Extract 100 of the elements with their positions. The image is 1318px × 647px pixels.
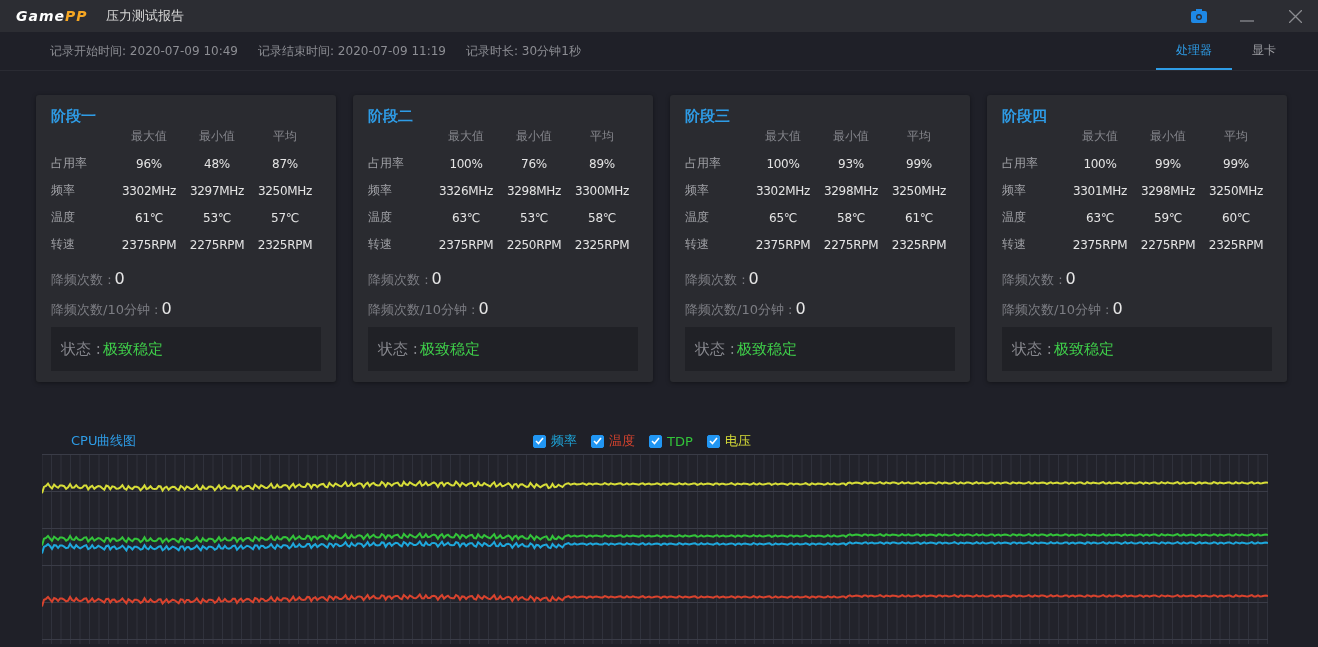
stat-value: 99%: [1222, 156, 1250, 171]
record-info: 记录结束时间: 2020-07-09 11:19: [258, 42, 446, 60]
row-label: 转速: [368, 236, 393, 253]
stage-title: 阶段二: [368, 107, 414, 126]
stat-value: 89%: [588, 156, 616, 171]
row-label: 温度: [1002, 209, 1027, 226]
stage-title: 阶段一: [51, 107, 97, 126]
stat-value: 58℃: [587, 210, 617, 225]
throttle-value: 0: [748, 269, 759, 288]
column-header: 最小值: [198, 128, 236, 145]
throttle-label: 降频次数/10分钟 :: [1002, 301, 1110, 319]
throttle-label: 降频次数 :: [51, 271, 112, 289]
stat-value: 61℃: [134, 210, 164, 225]
throttle-value: 0: [1112, 299, 1123, 318]
checkmark-icon: [651, 437, 660, 445]
stat-value: 93%: [837, 156, 865, 171]
stat-value: 2275RPM: [1139, 237, 1197, 252]
column-header: 最小值: [832, 128, 870, 145]
throttle-label: 降频次数 :: [368, 271, 429, 289]
row-label: 占用率: [368, 155, 405, 172]
status-value: 极致稳定: [419, 339, 480, 359]
legend-label: TDP: [667, 433, 693, 449]
checkmark-icon: [535, 437, 544, 445]
column-header: 最大值: [764, 128, 802, 145]
stat-value: 99%: [905, 156, 933, 171]
stat-value: 3250MHz: [890, 183, 948, 198]
status-value: 极致稳定: [102, 339, 163, 359]
throttle-value: 0: [114, 269, 125, 288]
tab[interactable]: 处理器: [1156, 32, 1232, 70]
checkbox[interactable]: [533, 434, 546, 448]
stat-value: 100%: [1082, 156, 1118, 171]
stat-value: 3298MHz: [822, 183, 880, 198]
stat-value: 63℃: [451, 210, 481, 225]
stat-value: 60℃: [1221, 210, 1251, 225]
row-label: 转速: [1002, 236, 1027, 253]
stat-value: 87%: [271, 156, 299, 171]
column-header: 平均: [1223, 128, 1249, 145]
stat-value: 3302MHz: [120, 183, 178, 198]
status-label: 状态 :: [695, 339, 735, 359]
column-header: 平均: [272, 128, 298, 145]
stat-value: 2325RPM: [1207, 237, 1265, 252]
column-header: 最小值: [515, 128, 553, 145]
row-label: 频率: [51, 182, 76, 199]
stat-value: 3326MHz: [437, 183, 495, 198]
row-label: 温度: [368, 209, 393, 226]
column-header: 最大值: [130, 128, 168, 145]
status-label: 状态 :: [378, 339, 418, 359]
status-value: 极致稳定: [1053, 339, 1114, 359]
stage-title: 阶段四: [1002, 107, 1048, 126]
stat-value: 3300MHz: [573, 183, 631, 198]
throttle-value: 0: [795, 299, 806, 318]
checkmark-icon: [708, 437, 718, 445]
row-label: 温度: [685, 209, 710, 226]
stat-value: 61℃: [904, 210, 934, 225]
throttle-label: 降频次数/10分钟 :: [685, 301, 793, 319]
stat-value: 2275RPM: [822, 237, 880, 252]
column-header: 最小值: [1149, 128, 1187, 145]
throttle-value: 0: [1065, 269, 1076, 288]
row-label: 占用率: [685, 155, 722, 172]
record-info: 记录时长: 30分钟1秒: [466, 42, 581, 60]
legend-label: 频率: [551, 432, 577, 450]
legend-label: 电压: [724, 432, 751, 450]
column-header: 平均: [906, 128, 932, 145]
checkbox[interactable]: [706, 434, 720, 448]
stat-value: 3297MHz: [188, 183, 246, 198]
row-label: 占用率: [1002, 155, 1039, 172]
status-label: 状态 :: [61, 339, 101, 359]
stage-title: 阶段三: [685, 107, 731, 126]
chart-title: CPU曲线图: [71, 432, 138, 450]
stat-value: 3298MHz: [1139, 183, 1197, 198]
checkbox[interactable]: [649, 434, 662, 448]
throttle-label: 降频次数 :: [685, 271, 746, 289]
throttle-label: 降频次数/10分钟 :: [368, 301, 476, 319]
tab[interactable]: 显卡: [1232, 32, 1296, 70]
row-label: 频率: [685, 182, 710, 199]
row-label: 温度: [51, 209, 76, 226]
stat-value: 53℃: [202, 210, 232, 225]
row-label: 转速: [51, 236, 76, 253]
window-title: 压力测试报告: [105, 7, 184, 25]
stat-value: 100%: [765, 156, 801, 171]
stat-value: 100%: [448, 156, 484, 171]
stat-value: 48%: [203, 156, 231, 171]
stat-value: 2375RPM: [437, 237, 495, 252]
stat-value: 2250RPM: [505, 237, 563, 252]
throttle-label: 降频次数/10分钟 :: [51, 301, 159, 319]
stat-value: 99%: [1154, 156, 1182, 171]
checkmark-icon: [593, 437, 602, 445]
column-header: 最大值: [1081, 128, 1119, 145]
stat-value: 2375RPM: [120, 237, 178, 252]
stat-value: 2375RPM: [1071, 237, 1129, 252]
stat-value: 3250MHz: [256, 183, 314, 198]
throttle-value: 0: [431, 269, 442, 288]
status-label: 状态 :: [1012, 339, 1052, 359]
stat-value: 3298MHz: [505, 183, 563, 198]
app-logo: GamePP: [16, 8, 88, 24]
throttle-value: 0: [478, 299, 489, 318]
stat-value: 2375RPM: [754, 237, 812, 252]
stat-value: 63℃: [1085, 210, 1115, 225]
checkbox[interactable]: [591, 434, 604, 448]
status-value: 极致稳定: [736, 339, 797, 359]
